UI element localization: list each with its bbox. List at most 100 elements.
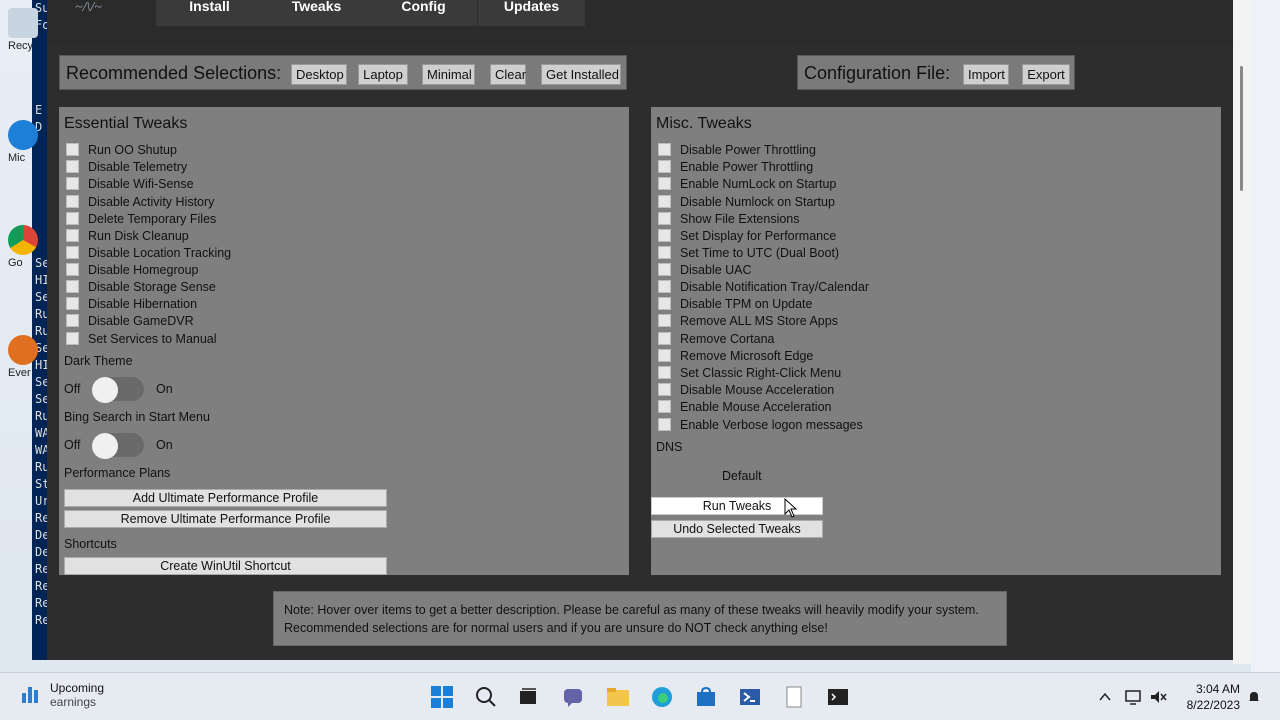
tab-install[interactable]: Install: [156, 0, 263, 26]
clear-selection-button[interactable]: Clear: [490, 64, 526, 85]
edge-desktop-icon[interactable]: Mic: [8, 120, 42, 164]
tweak-checkbox[interactable]: Enable Power Throttling: [658, 158, 813, 175]
checkbox-icon[interactable]: [658, 314, 671, 327]
tweak-checkbox[interactable]: Disable Mouse Acceleration: [658, 381, 834, 398]
checkbox-icon[interactable]: [66, 160, 79, 173]
tweak-checkbox[interactable]: Remove Cortana: [658, 330, 775, 347]
tweak-checkbox[interactable]: Delete Temporary Files: [66, 210, 216, 227]
undo-tweaks-button[interactable]: Undo Selected Tweaks: [651, 520, 823, 538]
checkbox-icon[interactable]: [66, 332, 79, 345]
tweak-checkbox[interactable]: Disable GameDVR: [66, 312, 194, 329]
tweak-checkbox[interactable]: Run OO Shutup: [66, 141, 177, 158]
task-view-icon[interactable]: [516, 685, 540, 709]
scrollbar-thumb[interactable]: [1240, 66, 1243, 191]
everything-desktop-icon[interactable]: Ever: [8, 335, 42, 379]
notification-icon[interactable]: [1242, 685, 1266, 709]
tweak-checkbox[interactable]: Disable Hibernation: [66, 295, 197, 312]
windows-start-icon[interactable]: [430, 685, 454, 709]
checkbox-icon[interactable]: [658, 195, 671, 208]
checkbox-icon[interactable]: [658, 366, 671, 379]
checkbox-icon[interactable]: [658, 143, 671, 156]
checkbox-icon[interactable]: [66, 246, 79, 259]
minimal-preset-button[interactable]: Minimal: [422, 64, 475, 85]
checkbox-icon[interactable]: [658, 246, 671, 259]
checkbox-icon[interactable]: [658, 383, 671, 396]
tweak-checkbox[interactable]: Set Classic Right-Click Menu: [658, 364, 841, 381]
laptop-preset-button[interactable]: Laptop: [358, 64, 408, 85]
tweak-checkbox[interactable]: Set Time to UTC (Dual Boot): [658, 244, 839, 261]
checkbox-icon[interactable]: [658, 297, 671, 310]
terminal-icon[interactable]: [826, 685, 850, 709]
window-scrollbar[interactable]: [1233, 0, 1251, 664]
checkbox-icon[interactable]: [66, 263, 79, 276]
tweak-checkbox[interactable]: Enable Mouse Acceleration: [658, 398, 831, 415]
tweak-checkbox[interactable]: Set Display for Performance: [658, 227, 836, 244]
tab-updates[interactable]: Updates: [478, 0, 585, 26]
checkbox-icon[interactable]: [658, 280, 671, 293]
tweak-checkbox[interactable]: Disable UAC: [658, 261, 752, 278]
chevron-up-icon[interactable]: [1093, 685, 1117, 709]
checkbox-icon[interactable]: [658, 400, 671, 413]
tweak-checkbox[interactable]: Disable Location Tracking: [66, 244, 231, 261]
checkbox-icon[interactable]: [658, 332, 671, 345]
tweak-checkbox[interactable]: Disable Storage Sense: [66, 278, 216, 295]
checkbox-icon[interactable]: [658, 263, 671, 276]
checkbox-icon[interactable]: [66, 177, 79, 190]
checkbox-icon[interactable]: [66, 195, 79, 208]
checkbox-icon[interactable]: [66, 314, 79, 327]
network-icon[interactable]: [1121, 685, 1145, 709]
tweak-checkbox[interactable]: Remove ALL MS Store Apps: [658, 312, 838, 329]
remove-ultimate-performance-button[interactable]: Remove Ultimate Performance Profile: [64, 510, 387, 528]
tweak-checkbox[interactable]: Show File Extensions: [658, 210, 800, 227]
tweak-checkbox[interactable]: Enable Verbose logon messages: [658, 416, 863, 433]
chrome-desktop-icon[interactable]: Go: [8, 225, 42, 269]
create-shortcut-button[interactable]: Create WinUtil Shortcut: [64, 557, 387, 575]
file-explorer-icon[interactable]: [606, 685, 630, 709]
search-icon[interactable]: [474, 685, 498, 709]
edge-browser-icon[interactable]: [650, 685, 674, 709]
tweak-checkbox[interactable]: Disable Power Throttling: [658, 141, 816, 158]
tweak-checkbox[interactable]: Disable Numlock on Startup: [658, 193, 835, 210]
checkbox-icon[interactable]: [66, 143, 79, 156]
add-ultimate-performance-button[interactable]: Add Ultimate Performance Profile: [64, 489, 387, 507]
checkbox-icon[interactable]: [658, 160, 671, 173]
tweak-checkbox[interactable]: Disable Wifi-Sense: [66, 175, 194, 192]
import-config-button[interactable]: Import: [963, 64, 1009, 85]
microsoft-store-icon[interactable]: [694, 685, 718, 709]
tweak-checkbox[interactable]: Set Services to Manual: [66, 330, 217, 347]
tweak-checkbox[interactable]: Enable NumLock on Startup: [658, 175, 836, 192]
checkbox-icon[interactable]: [658, 349, 671, 362]
desktop-right-edge: [1251, 0, 1280, 672]
export-config-button[interactable]: Export: [1022, 64, 1070, 85]
tweak-checkbox[interactable]: Disable Notification Tray/Calendar: [658, 278, 869, 295]
dark-theme-toggle[interactable]: [92, 377, 144, 403]
weather-widget[interactable]: Upcoming earnings: [20, 681, 104, 709]
checkbox-icon[interactable]: [66, 229, 79, 242]
get-installed-button[interactable]: Get Installed: [541, 64, 621, 85]
tweak-checkbox[interactable]: Disable Telemetry: [66, 158, 187, 175]
checkbox-icon[interactable]: [658, 212, 671, 225]
bing-search-toggle[interactable]: [92, 433, 144, 459]
tweak-checkbox[interactable]: Disable Homegroup: [66, 261, 198, 278]
dns-select[interactable]: Default: [722, 469, 762, 483]
mouse-cursor-icon: [784, 498, 798, 518]
tweak-checkbox[interactable]: Remove Microsoft Edge: [658, 347, 813, 364]
checkbox-icon[interactable]: [66, 212, 79, 225]
checkbox-icon[interactable]: [658, 229, 671, 242]
tab-tweaks[interactable]: Tweaks: [263, 0, 370, 26]
volume-muted-icon[interactable]: [1146, 685, 1170, 709]
recycle-bin-icon[interactable]: Recy: [8, 8, 42, 52]
tab-config[interactable]: Config: [370, 0, 477, 26]
tweak-checkbox[interactable]: Disable TPM on Update: [658, 295, 812, 312]
powershell-icon[interactable]: [738, 685, 762, 709]
checkbox-icon[interactable]: [658, 418, 671, 431]
notepad-icon[interactable]: [782, 685, 806, 709]
system-clock[interactable]: 3:04 AM 8/22/2023: [1180, 681, 1240, 713]
checkbox-icon[interactable]: [66, 280, 79, 293]
teams-chat-icon[interactable]: [561, 685, 585, 709]
tweak-checkbox[interactable]: Run Disk Cleanup: [66, 227, 189, 244]
tweak-checkbox[interactable]: Disable Activity History: [66, 193, 214, 210]
checkbox-icon[interactable]: [66, 297, 79, 310]
checkbox-icon[interactable]: [658, 177, 671, 190]
desktop-preset-button[interactable]: Desktop: [291, 64, 347, 85]
